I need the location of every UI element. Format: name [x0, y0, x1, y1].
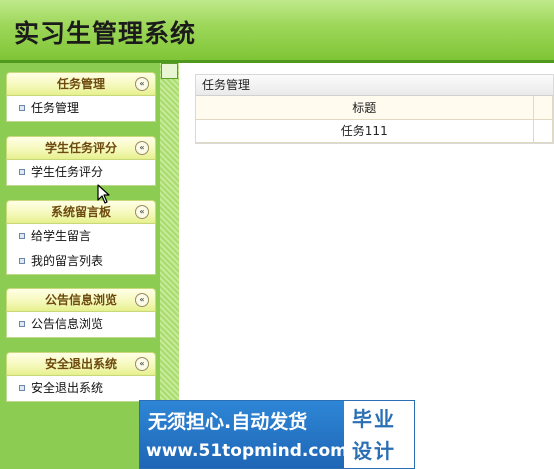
menu-group-task-management: 任务管理 « 任务管理 — [6, 72, 156, 122]
collapse-icon[interactable]: « — [135, 205, 149, 219]
sidebar-item-label: 任务管理 — [31, 101, 80, 115]
app-header: 实习生管理系统 — [0, 0, 554, 63]
column-header-extra[interactable] — [533, 96, 553, 120]
menu-group-title: 学生任务评分 — [44, 141, 117, 155]
menu-group-title: 安全退出系统 — [44, 357, 117, 371]
sidebar-item-label: 公告信息浏览 — [31, 317, 104, 331]
menu-group-body: 任务管理 — [6, 96, 156, 122]
sidebar-item-label: 我的留言列表 — [31, 254, 104, 268]
bullet-icon — [19, 104, 25, 111]
collapse-icon[interactable]: « — [135, 293, 149, 307]
menu-group-header[interactable]: 系统留言板 « — [6, 200, 156, 224]
menu-group-title: 系统留言板 — [50, 205, 111, 219]
menu-group-body: 安全退出系统 — [6, 376, 156, 402]
mouse-cursor-icon — [97, 184, 110, 204]
ad-slogan: 无须担心.自动发货 — [148, 411, 308, 433]
sidebar-item-my-messages[interactable]: 我的留言列表 — [7, 249, 155, 274]
table-row[interactable]: 任务111 — [196, 119, 553, 143]
ad-url: www.51topmind.com — [146, 441, 348, 461]
table-header-row: 标题 — [196, 96, 553, 120]
ad-right-panel: 毕业 设计 — [344, 401, 414, 468]
sidebar-item-task-management[interactable]: 任务管理 — [7, 96, 155, 121]
menu-group-title: 任务管理 — [56, 77, 105, 91]
collapse-icon[interactable]: « — [135, 141, 149, 155]
column-header-title[interactable]: 标题 — [196, 96, 534, 120]
sidebar-item-leave-message[interactable]: 给学生留言 — [7, 224, 155, 249]
menu-group-body: 给学生留言 我的留言列表 — [6, 224, 156, 275]
ad-tag-line1: 毕业 — [352, 407, 396, 431]
app-title: 实习生管理系统 — [14, 19, 197, 48]
sidebar-item-logout[interactable]: 安全退出系统 — [7, 376, 155, 401]
collapse-icon[interactable]: « — [135, 77, 149, 91]
collapse-icon[interactable]: « — [135, 357, 149, 371]
table-cell[interactable] — [533, 119, 553, 143]
table-cell[interactable]: 任务111 — [196, 119, 534, 143]
sidebar-toggle-button[interactable] — [161, 63, 178, 79]
panel-title: 任务管理 — [196, 75, 553, 96]
bullet-icon — [19, 232, 25, 239]
sidebar-item-student-scoring[interactable]: 学生任务评分 — [7, 160, 155, 185]
sidebar-item-label: 给学生留言 — [31, 229, 92, 243]
task-table: 标题 任务111 — [196, 96, 553, 143]
menu-group-header[interactable]: 任务管理 « — [6, 72, 156, 96]
sidebar-item-announcements[interactable]: 公告信息浏览 — [7, 312, 155, 337]
sidebar-item-label: 安全退出系统 — [31, 381, 104, 395]
menu-group-logout: 安全退出系统 « 安全退出系统 — [6, 352, 156, 402]
watermark-ad: 无须担心.自动发货 www.51topmind.com 毕业 设计 — [139, 400, 415, 469]
menu-group-announcements: 公告信息浏览 « 公告信息浏览 — [6, 288, 156, 338]
bullet-icon — [19, 384, 25, 391]
menu-group-student-scoring: 学生任务评分 « 学生任务评分 — [6, 136, 156, 186]
task-panel: 任务管理 标题 任务111 — [195, 74, 554, 144]
ad-tag-line2: 设计 — [352, 439, 396, 463]
bullet-icon — [19, 168, 25, 175]
bullet-icon — [19, 257, 25, 264]
menu-group-header[interactable]: 公告信息浏览 « — [6, 288, 156, 312]
bullet-icon — [19, 320, 25, 327]
menu-group-body: 公告信息浏览 — [6, 312, 156, 338]
menu-group-title: 公告信息浏览 — [44, 293, 117, 307]
menu-group-header[interactable]: 安全退出系统 « — [6, 352, 156, 376]
menu-group-message-board: 系统留言板 « 给学生留言 我的留言列表 — [6, 200, 156, 275]
menu-group-header[interactable]: 学生任务评分 « — [6, 136, 156, 160]
ad-left-panel: 无须担心.自动发货 www.51topmind.com — [140, 401, 348, 468]
menu-group-body: 学生任务评分 — [6, 160, 156, 186]
sidebar-item-label: 学生任务评分 — [31, 165, 104, 179]
